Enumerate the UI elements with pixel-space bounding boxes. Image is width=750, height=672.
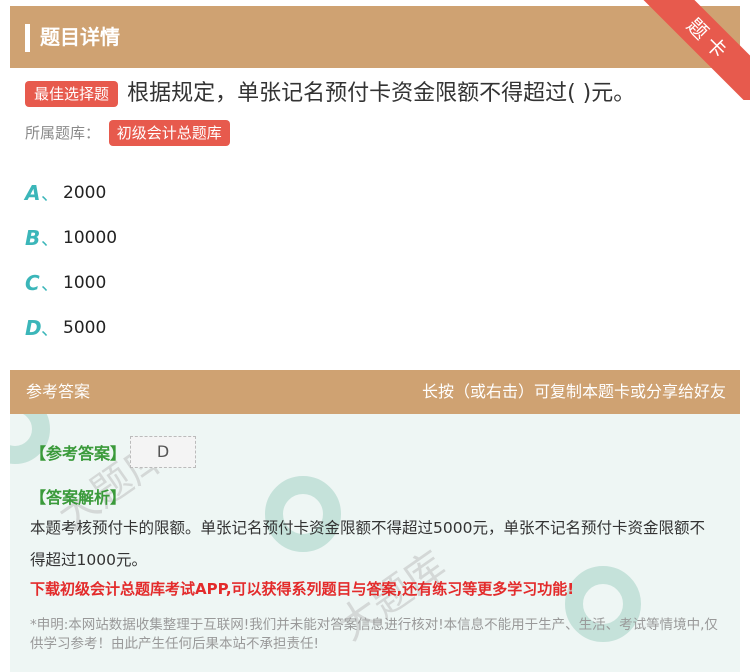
app-promo-link[interactable]: 下载初级会计总题库考试APP,可以获得系列题目与答案,还有练习等更多学习功能! xyxy=(30,578,574,599)
share-hint: 长按（或右击）可复制本题卡或分享给好友 xyxy=(421,382,726,401)
option-text: 5000 xyxy=(63,317,107,338)
option-text: 10000 xyxy=(63,227,118,248)
page-title: 题目详情 xyxy=(40,25,120,49)
option-separator: 、 xyxy=(41,318,59,340)
bank-tag[interactable]: 初级会计总题库 xyxy=(108,120,230,146)
answer-panel: 大题库 大题库 【参考答案】 D 【答案解析】 本题考核预付卡的限额。单张记名预… xyxy=(10,414,740,672)
option-separator: 、 xyxy=(41,183,59,205)
answer-header: 参考答案 长按（或右击）可复制本题卡或分享给好友 xyxy=(10,370,740,414)
option-separator: 、 xyxy=(41,228,59,250)
disclaimer: *申明:本网站数据收集整理于互联网!我们并未能对答案信息进行核对!本信息不能用于… xyxy=(30,617,718,652)
reference-answer-label: 【参考答案】 xyxy=(30,444,127,463)
question-text: 根据规定，单张记名预付卡资金限额不得超过( )元。 xyxy=(127,81,636,106)
option-letter: B xyxy=(25,225,41,250)
option-letter: C xyxy=(25,270,40,295)
answer-header-title: 参考答案 xyxy=(26,382,91,401)
detail-header: 题目详情 xyxy=(10,6,740,68)
option-letter: A xyxy=(25,180,41,205)
answer-value: D xyxy=(130,436,196,468)
question-bank: 所属题库： 初级会计总题库 xyxy=(25,120,230,146)
option-b[interactable]: B 、 10000 xyxy=(25,215,117,260)
option-d[interactable]: D 、 5000 xyxy=(25,305,117,350)
option-c[interactable]: C 、 1000 xyxy=(25,260,117,305)
option-a[interactable]: A 、 2000 xyxy=(25,170,117,215)
header-accent-bar xyxy=(25,24,30,52)
option-letter: D xyxy=(25,315,42,340)
analysis-label: 【答案解析】 xyxy=(30,488,127,507)
option-text: 1000 xyxy=(63,272,107,293)
bank-label: 所属题库： xyxy=(25,124,101,142)
option-separator: 、 xyxy=(41,273,59,295)
options-list: A 、 2000 B 、 10000 C 、 1000 D 、 5000 xyxy=(25,170,117,350)
option-text: 2000 xyxy=(63,182,107,203)
analysis-text: 本题考核预付卡的限额。单张记名预付卡资金限额不得超过5000元，单张不记名预付卡… xyxy=(30,519,705,569)
question-block: 最佳选择题 根据规定，单张记名预付卡资金限额不得超过( )元。 xyxy=(25,78,740,110)
question-type-badge: 最佳选择题 xyxy=(25,81,119,107)
